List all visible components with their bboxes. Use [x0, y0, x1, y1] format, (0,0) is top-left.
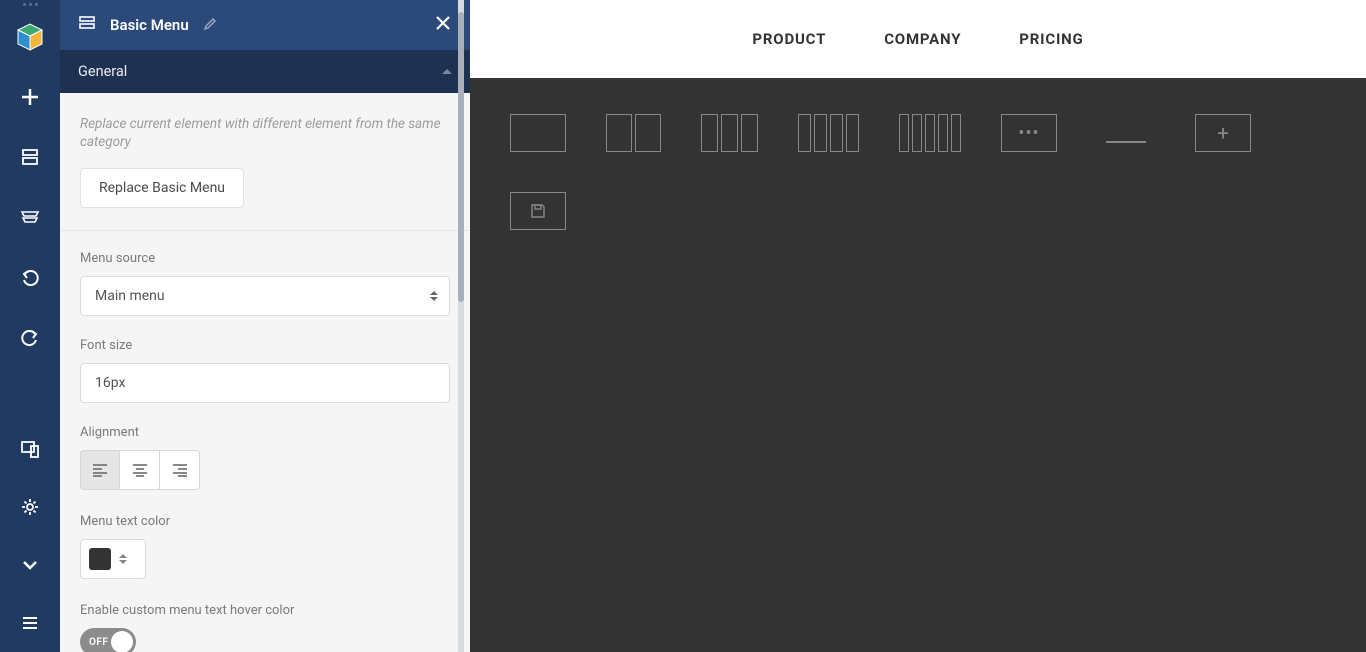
col-2-button[interactable] — [606, 114, 661, 152]
menu-item-pricing[interactable]: PRICING — [1019, 30, 1083, 48]
text-block-button[interactable] — [1097, 123, 1155, 143]
add-element-button[interactable]: + — [1195, 114, 1251, 152]
panel-title: Basic Menu — [110, 16, 189, 34]
font-size-input[interactable] — [80, 363, 450, 403]
divider — [60, 230, 470, 231]
col-4-button[interactable] — [798, 114, 859, 152]
menu-source-select[interactable] — [80, 276, 450, 316]
align-center-button[interactable] — [120, 450, 160, 490]
save-template-button[interactable] — [510, 192, 566, 230]
text-color-label: Menu text color — [80, 514, 450, 529]
caret-up-icon — [442, 69, 452, 74]
section-body: Replace current element with different e… — [60, 93, 470, 652]
hover-color-label: Enable custom menu text hover color — [80, 603, 450, 618]
scrollbar-thumb[interactable] — [458, 12, 464, 302]
redo-button[interactable] — [0, 307, 60, 367]
template-button[interactable] — [0, 127, 60, 187]
color-swatch — [89, 548, 111, 570]
preview-site-menu: PRODUCT COMPANY PRICING — [470, 0, 1366, 78]
left-rail — [0, 0, 60, 652]
alignment-group — [80, 450, 450, 490]
tree-button[interactable] — [0, 187, 60, 247]
align-right-button[interactable] — [160, 450, 200, 490]
text-color-picker[interactable] — [80, 539, 146, 579]
more-cols-button[interactable]: ••• — [1001, 114, 1057, 152]
toggle-knob — [111, 631, 133, 652]
undo-button[interactable] — [0, 247, 60, 307]
settings-button[interactable] — [0, 478, 60, 536]
section-label: General — [78, 63, 127, 80]
col-1-button[interactable] — [510, 114, 566, 152]
col-3-button[interactable] — [701, 114, 758, 152]
element-icon — [78, 14, 96, 36]
hamburger-button[interactable] — [0, 594, 60, 652]
panel-header: Basic Menu — [60, 0, 470, 50]
menu-source-label: Menu source — [80, 251, 450, 266]
col-5-button[interactable] — [899, 114, 961, 152]
settings-panel: Basic Menu General Replace current eleme… — [60, 0, 470, 652]
edit-title-icon[interactable] — [203, 16, 217, 35]
font-size-label: Font size — [80, 338, 450, 353]
help-text: Replace current element with different e… — [80, 115, 450, 153]
alignment-label: Alignment — [80, 425, 450, 440]
layout-toolbar: ••• + — [470, 78, 1366, 652]
replace-element-button[interactable]: Replace Basic Menu — [80, 168, 244, 208]
color-caret-icon — [119, 554, 127, 564]
app-logo — [11, 15, 49, 61]
menu-item-product[interactable]: PRODUCT — [752, 30, 826, 48]
hover-color-toggle[interactable]: OFF — [80, 628, 136, 652]
add-button[interactable] — [0, 67, 60, 127]
menu-item-company[interactable]: COMPANY — [884, 30, 961, 48]
section-general[interactable]: General — [60, 50, 470, 92]
select-caret-icon — [430, 291, 438, 301]
align-left-button[interactable] — [80, 450, 120, 490]
drag-dots-icon — [23, 3, 38, 13]
collapse-button[interactable] — [0, 536, 60, 594]
preview-canvas: PRODUCT COMPANY PRICING ••• + — [470, 0, 1366, 652]
device-button[interactable] — [0, 420, 60, 478]
toggle-label: OFF — [89, 637, 108, 648]
close-panel-button[interactable] — [434, 14, 452, 36]
